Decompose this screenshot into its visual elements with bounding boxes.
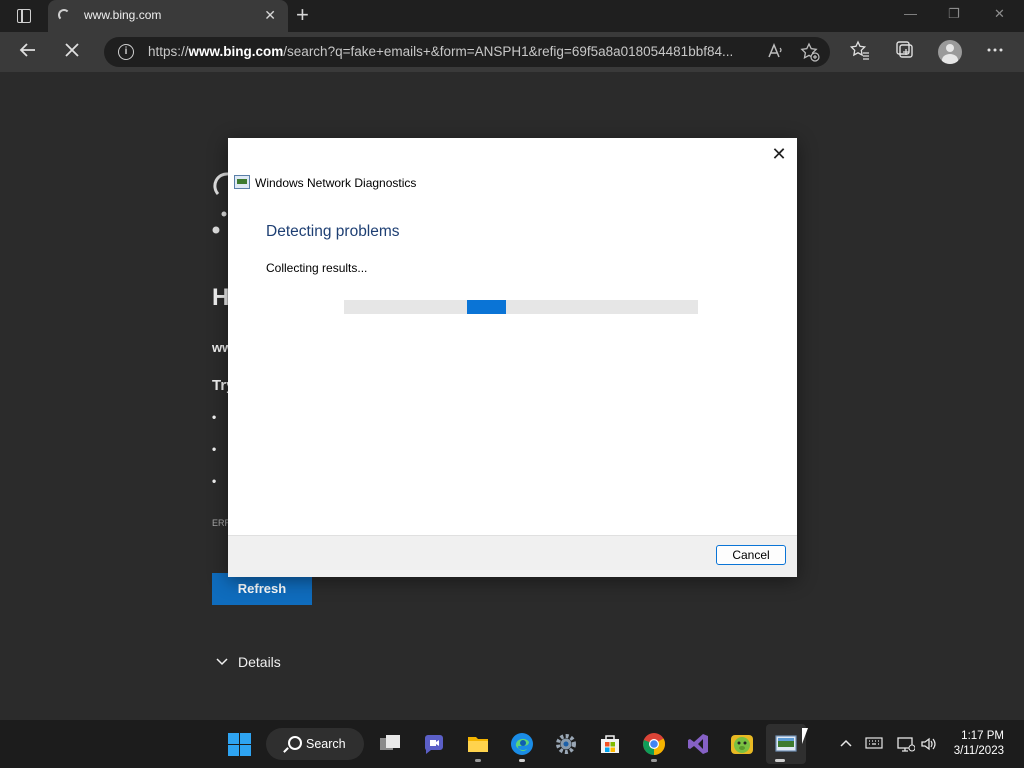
bullet-3: • <box>212 474 217 488</box>
tab-title: www.bing.com <box>84 8 162 22</box>
error-face-fragment <box>212 170 229 234</box>
explorer-running-indicator <box>475 759 481 762</box>
taskbar-search[interactable]: Search <box>266 728 364 760</box>
more-options-icon[interactable] <box>983 40 1007 64</box>
error-heading-fragment: H <box>212 284 230 311</box>
taskbar-search-label: Search <box>306 737 346 751</box>
address-bar[interactable]: i https://www.bing.com/search?q=fake+ema… <box>104 37 830 67</box>
tab-close-icon[interactable]: ✕ <box>264 7 276 24</box>
profile-avatar-icon[interactable] <box>938 40 962 64</box>
details-toggle[interactable]: Details <box>216 654 281 670</box>
clock-time: 1:17 PM <box>961 730 1004 742</box>
details-label: Details <box>238 654 281 670</box>
favorites-icon[interactable] <box>848 40 872 64</box>
restore-button[interactable]: ❐ <box>948 6 960 22</box>
teams-chat-icon[interactable] <box>422 732 446 756</box>
read-aloud-icon[interactable] <box>766 42 784 63</box>
back-arrow-icon[interactable] <box>16 40 40 64</box>
network-status-icon[interactable] <box>897 736 916 755</box>
windows-start-icon[interactable] <box>228 733 251 756</box>
taskbar: Search 1:17 PM 3/11/2023 <box>0 720 1024 768</box>
window-close-button[interactable]: ✕ <box>994 6 1005 22</box>
network-diagnostics-taskbar-icon[interactable] <box>774 732 798 756</box>
minimize-button[interactable]: — <box>904 6 917 21</box>
game-app-icon[interactable] <box>730 732 754 756</box>
mouse-cursor-icon <box>802 728 808 744</box>
bullet-2: • <box>212 442 217 456</box>
tab-bing[interactable]: www.bing.com ✕ <box>48 0 288 32</box>
edge-browser-icon[interactable] <box>510 732 534 756</box>
collections-icon[interactable] <box>893 40 917 64</box>
loading-spinner-icon <box>58 9 70 21</box>
edge-running-indicator <box>519 759 525 762</box>
volume-icon[interactable] <box>920 736 938 755</box>
dialog-title: Windows Network Diagnostics <box>255 176 417 190</box>
stop-loading-icon[interactable] <box>60 40 84 64</box>
progress-marquee-chunk <box>467 300 506 314</box>
dialog-heading: Detecting problems <box>266 223 400 240</box>
dialog-footer: Cancel <box>228 535 797 577</box>
dialog-status-text: Collecting results... <box>266 261 368 275</box>
progress-bar <box>344 300 698 314</box>
system-clock[interactable]: 1:17 PM 3/11/2023 <box>954 729 1004 759</box>
chevron-down-icon <box>216 657 228 670</box>
settings-gear-icon[interactable] <box>554 732 578 756</box>
search-icon <box>288 736 302 750</box>
chrome-running-indicator <box>651 759 657 762</box>
refresh-button[interactable]: Refresh <box>212 573 312 605</box>
bullet-1: • <box>212 410 217 424</box>
task-view-icon[interactable] <box>378 732 402 756</box>
network-diagnostics-app-icon <box>234 175 250 189</box>
site-info-icon[interactable]: i <box>118 44 134 60</box>
cancel-button[interactable]: Cancel <box>716 545 786 565</box>
show-hidden-icons-chevron-icon[interactable] <box>839 736 853 753</box>
diagnostics-running-indicator <box>775 759 785 762</box>
visual-studio-icon[interactable] <box>686 732 710 756</box>
tab-actions-icon[interactable] <box>10 6 38 26</box>
file-explorer-icon[interactable] <box>466 732 490 756</box>
add-favorite-icon[interactable] <box>800 42 820 65</box>
clock-date: 3/11/2023 <box>953 745 1004 757</box>
chrome-browser-icon[interactable] <box>642 732 666 756</box>
keyboard-icon[interactable] <box>865 736 883 753</box>
browser-toolbar: i https://www.bing.com/search?q=fake+ema… <box>0 32 1024 72</box>
tab-strip: www.bing.com ✕ + — ❐ ✕ <box>0 0 1024 32</box>
new-tab-button[interactable]: + <box>296 4 309 26</box>
network-diagnostics-dialog: ✕ Windows Network Diagnostics Detecting … <box>228 138 797 577</box>
dialog-close-button[interactable]: ✕ <box>769 144 789 164</box>
address-url[interactable]: https://www.bing.com/search?q=fake+email… <box>148 44 756 59</box>
microsoft-store-icon[interactable] <box>598 732 622 756</box>
